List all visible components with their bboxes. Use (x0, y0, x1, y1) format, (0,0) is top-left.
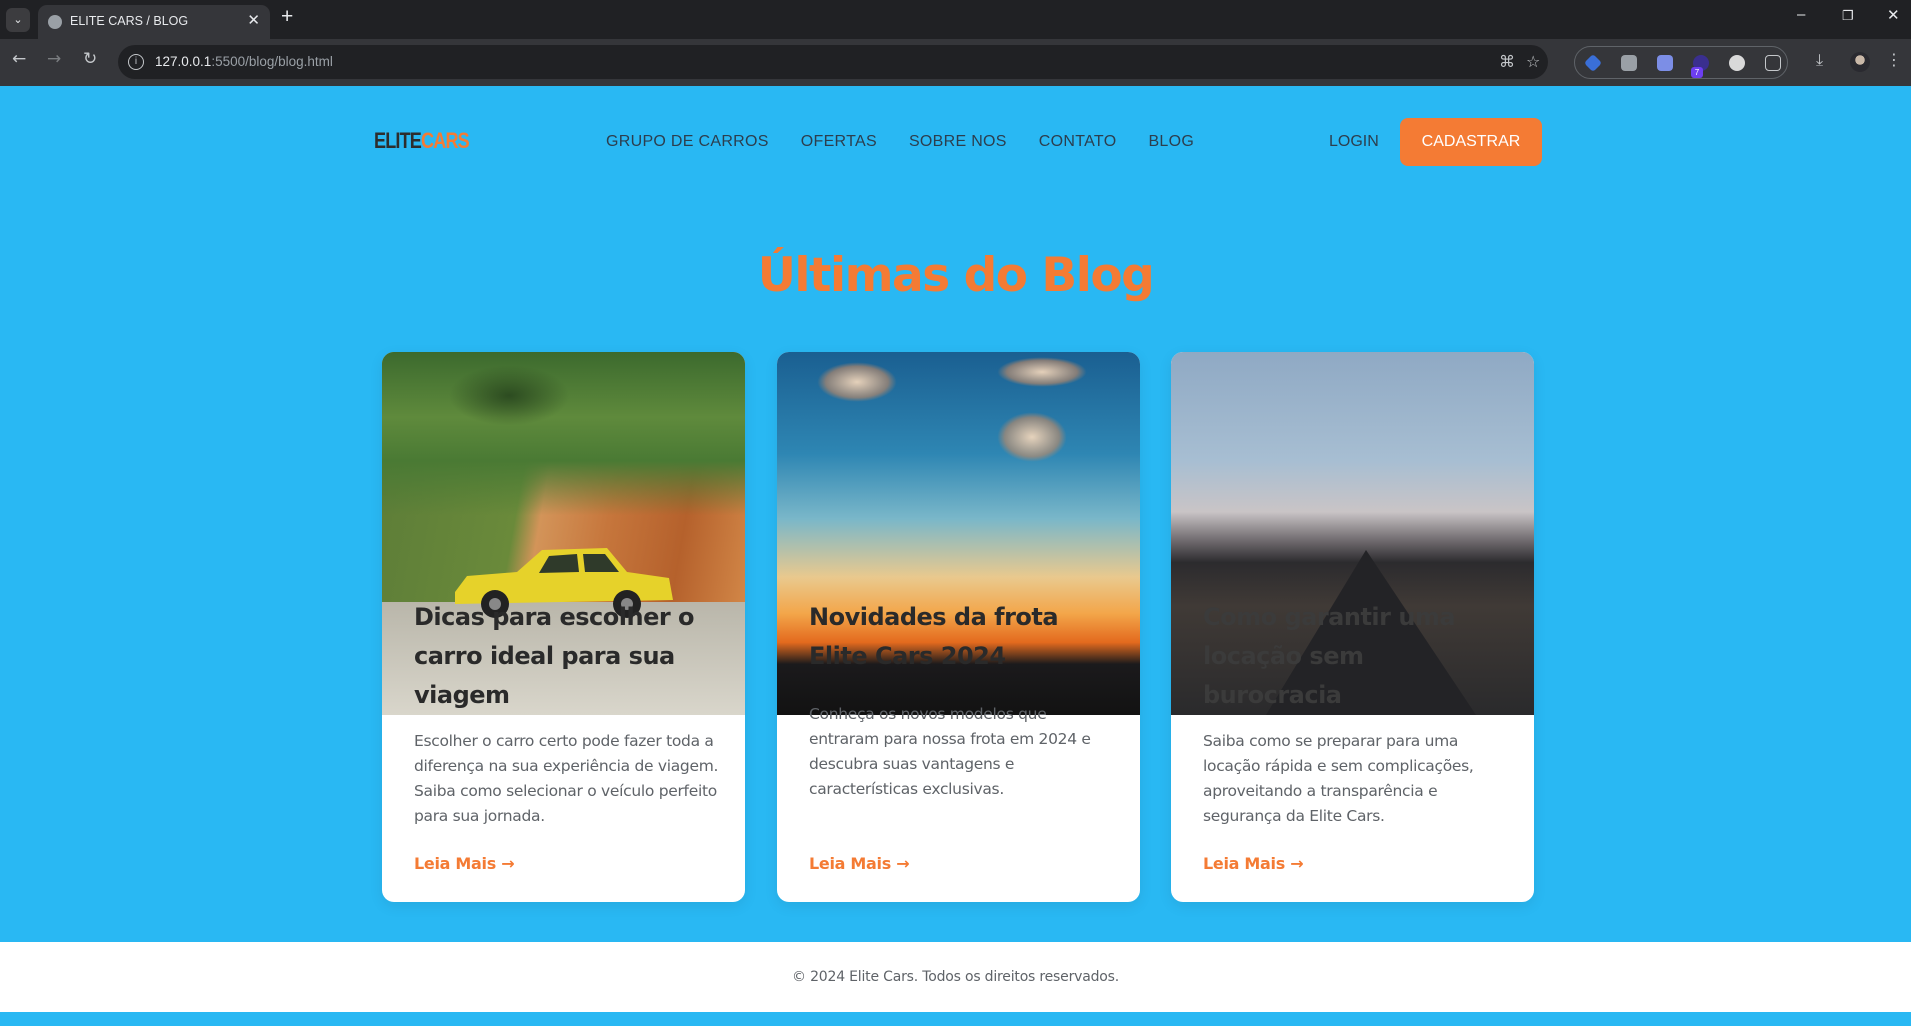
browser-menu-icon[interactable]: ⋮ (1886, 50, 1902, 69)
read-more-link[interactable]: Leia Mais → (809, 854, 910, 873)
reload-icon[interactable]: ↻ (83, 49, 97, 69)
extensions-group: 7 (1574, 46, 1788, 79)
url-text[interactable]: 127.0.0.1:5500/blog/blog.html (155, 54, 333, 69)
blog-card-title[interactable]: Novidades da frota Elite Cars 2024 (809, 598, 1109, 676)
browser-tab[interactable]: ELITE CARS / BLOG ✕ (38, 5, 270, 39)
site-footer: © 2024 Elite Cars. Todos os direitos res… (0, 942, 1911, 1012)
blog-card-title[interactable]: Como garantir uma locação sem burocracia (1203, 598, 1503, 715)
tab-search-icon[interactable]: ⌄ (6, 8, 30, 32)
blog-card-description: Conheça os novos modelos que entraram pa… (809, 705, 1091, 798)
translate-icon[interactable]: ⌘ (1499, 52, 1515, 71)
browser-toolbar: ← → ↻ i 127.0.0.1:5500/blog/blog.html ⌘ … (0, 39, 1911, 86)
extension-compass-icon[interactable] (1729, 55, 1745, 71)
copyright-text: © 2024 Elite Cars. Todos os direitos res… (792, 969, 1119, 985)
login-link[interactable]: LOGIN (1329, 133, 1379, 151)
browser-tab-bar: ⌄ ELITE CARS / BLOG ✕ + – ❐ ✕ (0, 0, 1911, 39)
blog-card-description: Saiba como se preparar para uma locação … (1203, 732, 1474, 825)
address-bar[interactable]: i 127.0.0.1:5500/blog/blog.html ⌘ ☆ (118, 45, 1548, 79)
minimize-icon[interactable]: – (1797, 6, 1805, 23)
blog-card-title[interactable]: Dicas para escolher o carro ideal para s… (414, 598, 714, 715)
main-nav: GRUPO DE CARROS OFERTAS SOBRE NOS CONTAT… (606, 133, 1194, 151)
nav-contato[interactable]: CONTATO (1039, 133, 1117, 151)
restore-icon[interactable]: ❐ (1842, 8, 1854, 24)
read-more-link[interactable]: Leia Mais → (414, 854, 515, 873)
tab-title: ELITE CARS / BLOG (70, 14, 189, 28)
blog-card: Dicas para escolher o carro ideal para s… (382, 352, 745, 902)
blog-card: Novidades da frota Elite Cars 2024 Conhe… (777, 352, 1140, 902)
signup-button[interactable]: CADASTRAR (1400, 118, 1542, 166)
globe-icon (48, 15, 62, 29)
nav-ofertas[interactable]: OFERTAS (801, 133, 877, 151)
blog-card-description: Escolher o carro certo pode fazer toda a… (414, 732, 719, 825)
close-tab-icon[interactable]: ✕ (247, 11, 260, 29)
forward-icon[interactable]: → (47, 49, 61, 69)
extension-notes-icon[interactable] (1657, 55, 1673, 71)
back-icon[interactable]: ← (12, 49, 26, 69)
download-icon[interactable]: ⤓ (1816, 50, 1823, 70)
site-info-icon[interactable]: i (128, 54, 144, 70)
bookmark-star-icon[interactable]: ☆ (1526, 52, 1540, 71)
page-title: Últimas do Blog (757, 248, 1155, 303)
read-more-link[interactable]: Leia Mais → (1203, 854, 1304, 873)
nav-grupo-de-carros[interactable]: GRUPO DE CARROS (606, 133, 769, 151)
extensions-puzzle-icon[interactable] (1765, 55, 1781, 71)
extension-tag-icon[interactable] (1583, 53, 1603, 73)
new-tab-icon[interactable]: + (281, 5, 293, 29)
window-close-icon[interactable]: ✕ (1887, 6, 1900, 24)
site-logo[interactable]: ELITECARS (374, 128, 470, 154)
nav-sobre-nos[interactable]: SOBRE NOS (909, 133, 1007, 151)
blog-card: Como garantir uma locação sem burocracia… (1171, 352, 1534, 902)
extension-badge: 7 (1691, 67, 1703, 78)
extension-code-icon[interactable] (1621, 55, 1637, 71)
profile-avatar[interactable] (1850, 52, 1870, 72)
nav-blog[interactable]: BLOG (1148, 133, 1194, 151)
